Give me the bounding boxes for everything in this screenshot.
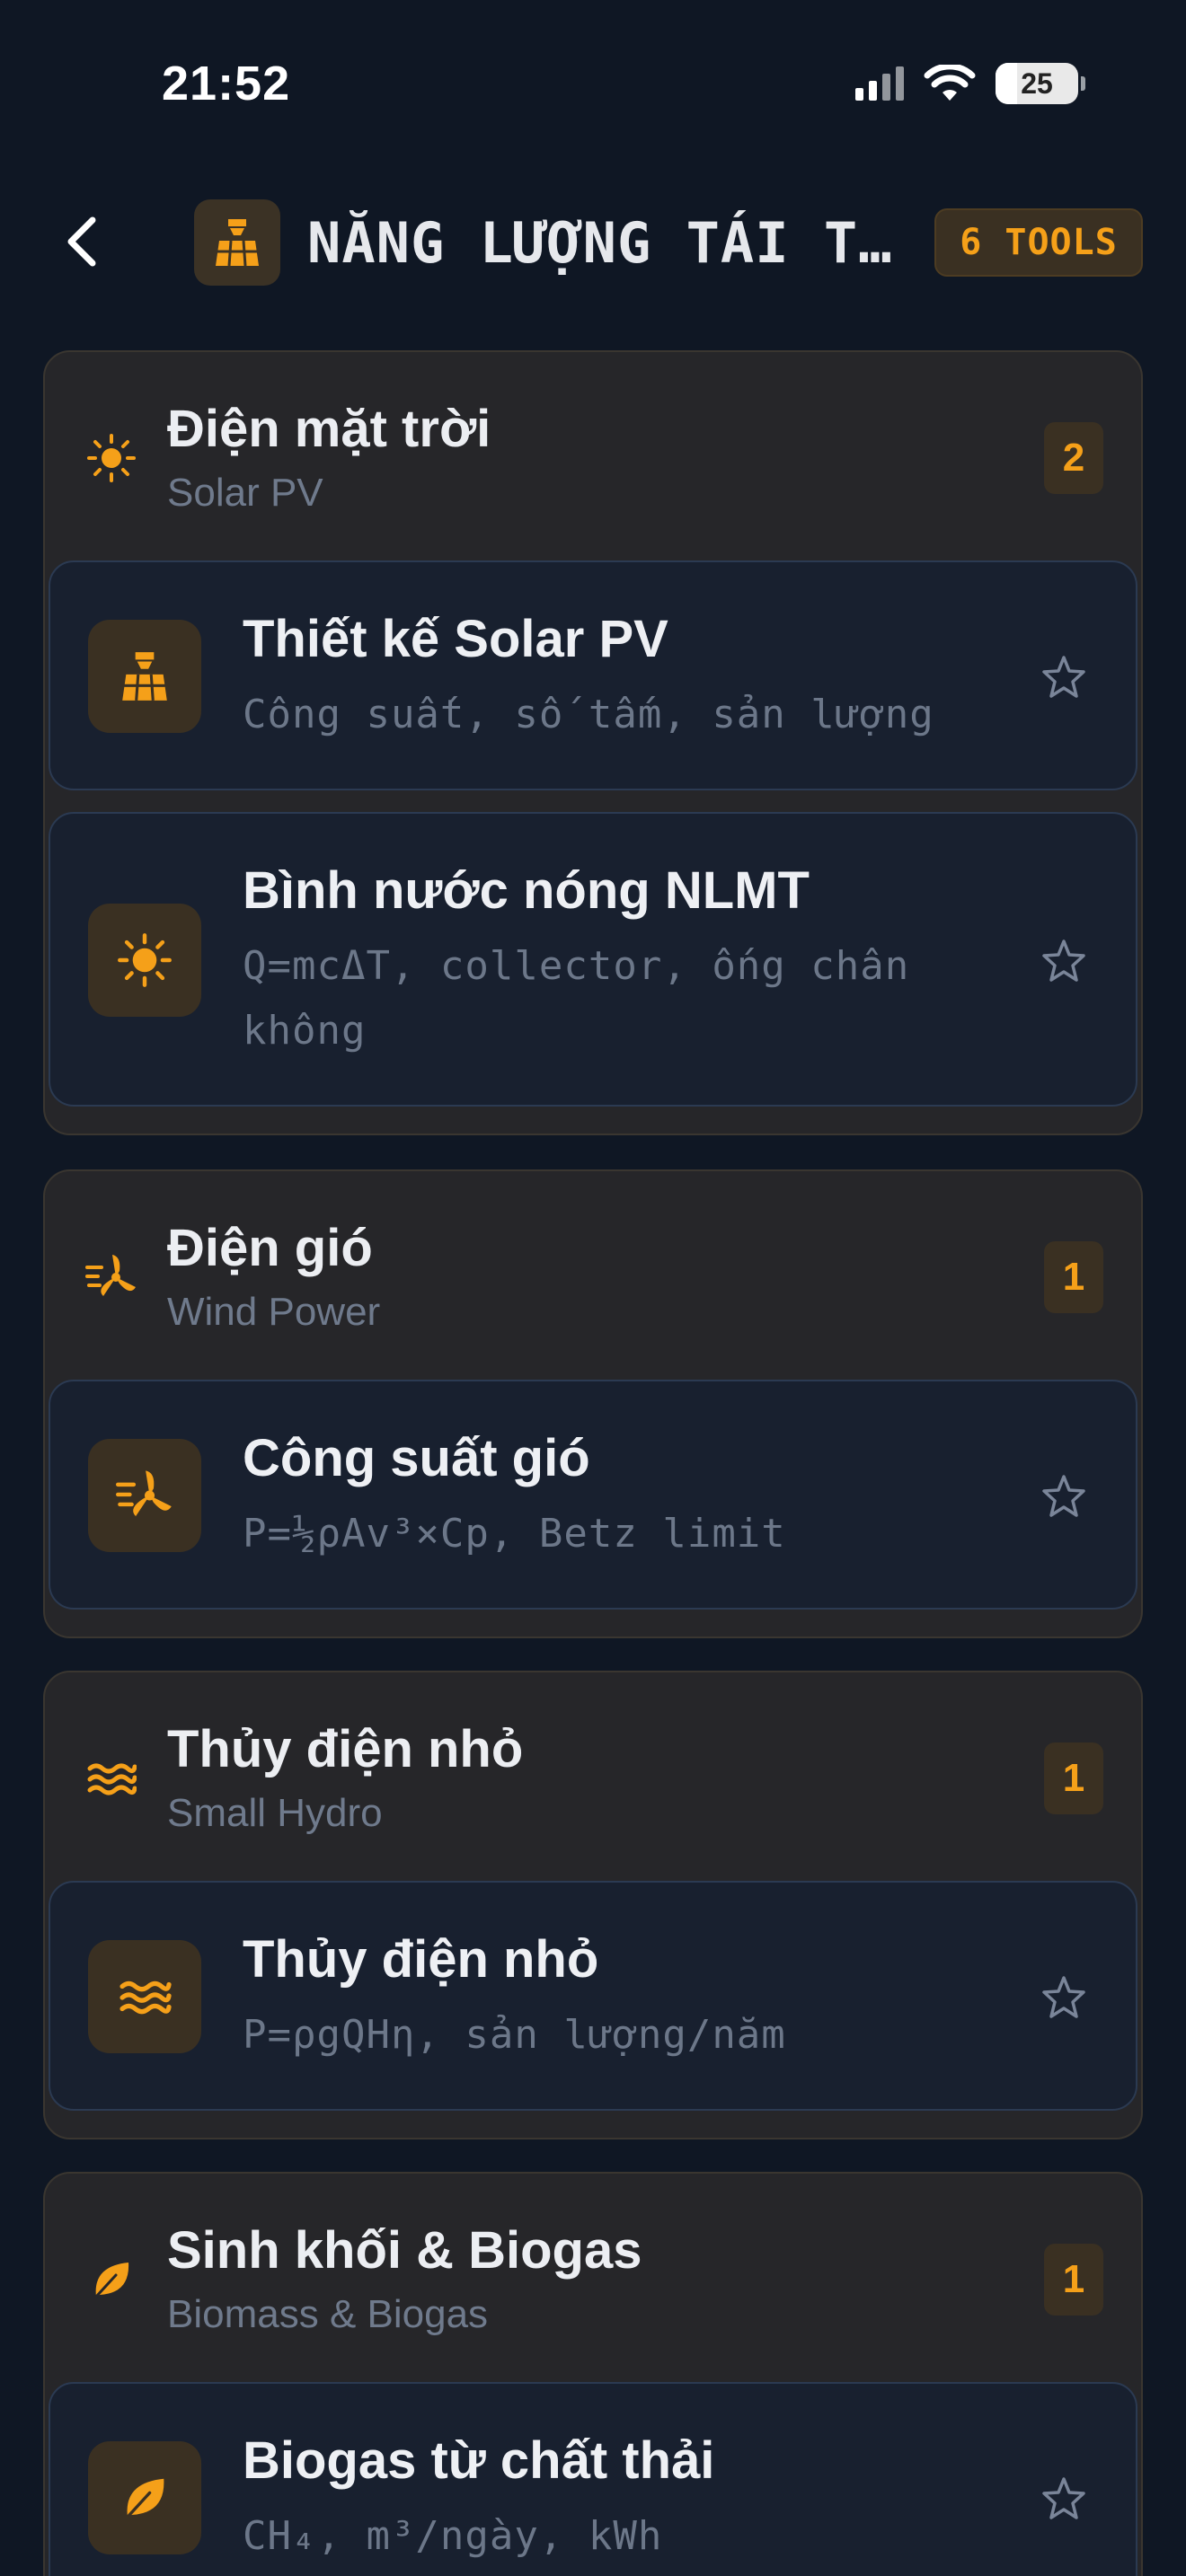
status-bar: 21:52 25 <box>0 0 1186 171</box>
star-icon <box>1042 2477 1085 2519</box>
sun-icon <box>84 431 138 485</box>
tool-card-solar-pv[interactable]: Thiết kế Solar PV Công suất, số tấm, sản… <box>49 560 1137 790</box>
tool-title: Biogas từ chất thải <box>243 2431 715 2490</box>
star-icon <box>1042 940 1085 982</box>
wifi-icon <box>924 65 976 101</box>
category-section-wind: Điện gió Wind Power 1 Công suất gió P=½ρ… <box>43 1169 1143 1638</box>
category-title: Điện mặt trời <box>167 400 491 458</box>
tool-card-biogas[interactable]: Biogas từ chất thải CH₄, m³/ngày, kWh <box>49 2382 1137 2576</box>
battery-icon: 25 <box>996 63 1085 104</box>
wind-turbine-icon <box>88 1439 201 1552</box>
tool-description: P=ρgQHη, sản lượng/năm <box>243 2012 786 2058</box>
favorite-star-button[interactable] <box>1037 2472 1091 2526</box>
tool-card-solar-water-heater[interactable]: Bình nước nóng NLMT Q=mcΔT, collector, ố… <box>49 812 1137 1107</box>
category-count-badge: 1 <box>1044 1241 1103 1313</box>
wind-turbine-icon <box>84 1250 138 1304</box>
tool-description: P=½ρAv³×Cp, Betz limit <box>243 1511 786 1557</box>
solar-panel-icon <box>194 199 280 286</box>
tool-card-small-hydro[interactable]: Thủy điện nhỏ P=ρgQHη, sản lượng/năm <box>49 1881 1137 2111</box>
category-header[interactable]: Điện gió Wind Power 1 <box>45 1171 1141 1380</box>
tool-card-wind-power[interactable]: Công suất gió P=½ρAv³×Cp, Betz limit <box>49 1380 1137 1610</box>
tool-description: CH₄, m³/ngày, kWh <box>243 2513 663 2559</box>
category-header[interactable]: Điện mặt trời Solar PV 2 <box>45 352 1141 560</box>
favorite-star-button[interactable] <box>1037 1971 1091 2025</box>
favorite-star-button[interactable] <box>1037 650 1091 704</box>
category-section-biomass: Sinh khối & Biogas Biomass & Biogas 1 Bi… <box>43 2172 1143 2576</box>
category-count-badge: 1 <box>1044 1742 1103 1814</box>
category-section-hydro: Thủy điện nhỏ Small Hydro 1 Thủy điện nh… <box>43 1671 1143 2139</box>
back-button[interactable] <box>50 210 113 273</box>
star-icon <box>1042 656 1085 698</box>
category-count-badge: 1 <box>1044 2244 1103 2316</box>
tool-title: Thủy điện nhỏ <box>243 1930 599 1989</box>
battery-level: 25 <box>1021 66 1053 100</box>
tool-description: Q=mcΔT, collector, ống chân không <box>243 943 910 1054</box>
favorite-star-button[interactable] <box>1037 1469 1091 1523</box>
water-waves-icon <box>88 1940 201 2053</box>
page-title: NĂNG LƯỢNG TÁI T… <box>307 210 893 276</box>
leaf-icon <box>88 2441 201 2554</box>
category-section-solar: Điện mặt trời Solar PV 2 Thiết kế Solar … <box>43 350 1143 1135</box>
category-count-badge: 2 <box>1044 422 1103 494</box>
tools-count-badge: 6 TOOLS <box>934 208 1143 277</box>
category-subtitle: Biomass & Biogas <box>167 2292 489 2336</box>
category-title: Thủy điện nhỏ <box>167 1720 524 1778</box>
tool-title: Bình nước nóng NLMT <box>243 861 810 920</box>
category-header[interactable]: Sinh khối & Biogas Biomass & Biogas 1 <box>45 2174 1141 2382</box>
tool-title: Công suất gió <box>243 1429 590 1487</box>
status-icons: 25 <box>855 63 1085 104</box>
category-subtitle: Solar PV <box>167 471 323 515</box>
cellular-signal-icon <box>855 66 904 101</box>
favorite-star-button[interactable] <box>1037 934 1091 988</box>
star-icon <box>1042 1976 1085 2018</box>
status-time: 21:52 <box>162 57 291 110</box>
category-subtitle: Small Hydro <box>167 1791 383 1835</box>
leaf-icon <box>84 2253 138 2307</box>
solar-panel-icon <box>88 620 201 733</box>
category-title: Sinh khối & Biogas <box>167 2221 642 2280</box>
water-waves-icon <box>84 1751 138 1805</box>
category-title: Điện gió <box>167 1219 373 1277</box>
category-subtitle: Wind Power <box>167 1290 381 1334</box>
tool-description: Công suất, số tấm, sản lượng <box>243 692 934 737</box>
sun-icon <box>88 904 201 1017</box>
tool-title: Thiết kế Solar PV <box>243 610 668 668</box>
star-icon <box>1042 1475 1085 1517</box>
app-header: NĂNG LƯỢNG TÁI T… 6 TOOLS <box>0 189 1186 296</box>
category-header[interactable]: Thủy điện nhỏ Small Hydro 1 <box>45 1672 1141 1881</box>
chevron-left-icon <box>67 216 96 267</box>
